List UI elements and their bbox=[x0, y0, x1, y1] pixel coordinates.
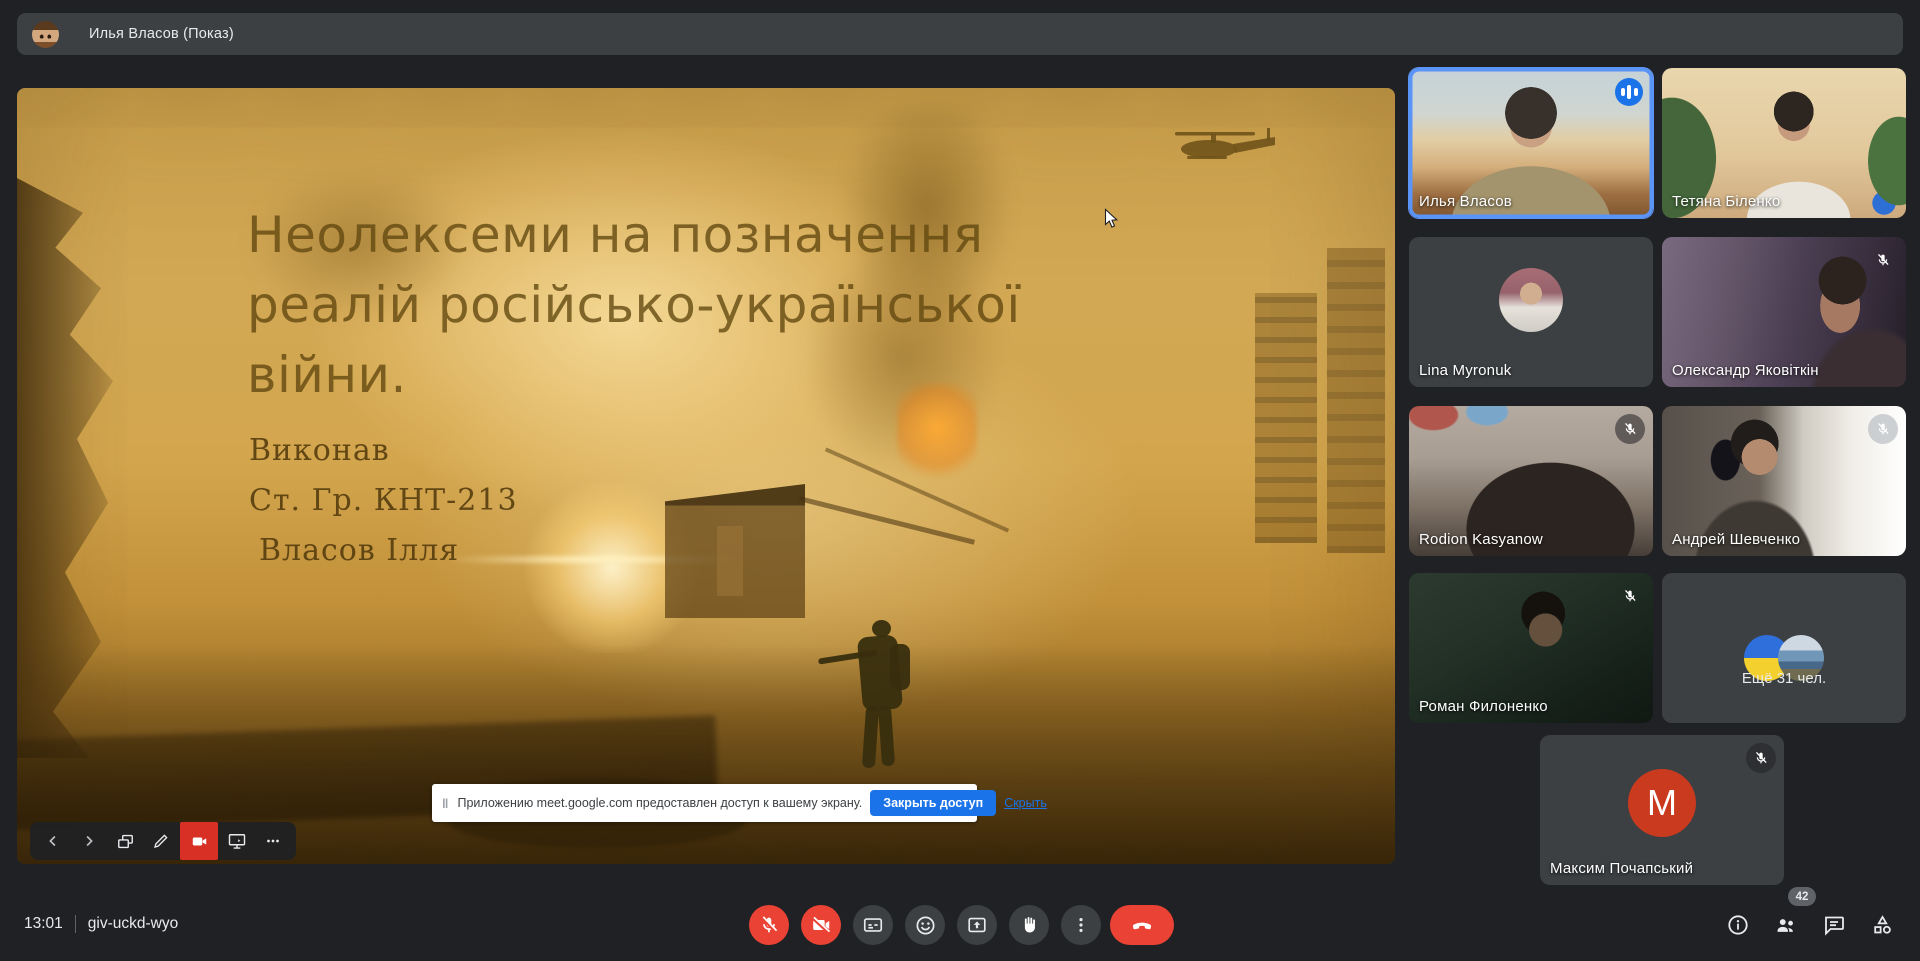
info-button[interactable] bbox=[1724, 911, 1752, 939]
mouse-cursor bbox=[1104, 208, 1121, 230]
presenter-avatar bbox=[32, 21, 59, 48]
end-call-button[interactable] bbox=[1110, 905, 1174, 945]
share-screen-button[interactable] bbox=[220, 822, 254, 860]
overflow-tile[interactable]: Ещё 31 чел. bbox=[1662, 573, 1906, 723]
building-silhouette bbox=[1255, 293, 1317, 543]
captions-button[interactable] bbox=[853, 905, 893, 945]
participant-name: Rodion Kasyanow bbox=[1419, 531, 1543, 548]
reactions-emoji-button[interactable] bbox=[905, 905, 945, 945]
activities-button[interactable] bbox=[1868, 911, 1896, 939]
screen-share-notification: ‖ Приложению meet.google.com предоставле… bbox=[432, 784, 977, 822]
building-silhouette bbox=[1327, 248, 1385, 553]
meeting-code: giv-uckd-wyo bbox=[88, 915, 178, 933]
meeting-info: 13:01 giv-uckd-wyo bbox=[24, 915, 178, 933]
slides-overview-button[interactable] bbox=[108, 822, 142, 860]
hide-notification-link[interactable]: Скрыть bbox=[1004, 796, 1047, 810]
toolbar-more-button[interactable] bbox=[256, 822, 290, 860]
participant-name: Lina Myronuk bbox=[1419, 362, 1511, 379]
present-screen-button[interactable] bbox=[957, 905, 997, 945]
presentation-toolbar bbox=[30, 822, 296, 860]
presenter-label: Илья Власов (Показ) bbox=[89, 26, 234, 42]
avatar-initial: M bbox=[1628, 769, 1696, 837]
overflow-count-label: Ещё 31 чел. bbox=[1662, 670, 1906, 687]
annotate-pen-button[interactable] bbox=[144, 822, 178, 860]
camera-off-button[interactable] bbox=[801, 905, 841, 945]
participant-name: Олександр Яковіткін bbox=[1672, 362, 1819, 379]
speaking-indicator-icon bbox=[1615, 78, 1643, 106]
soldier-silhouette bbox=[822, 616, 942, 786]
prev-slide-button[interactable] bbox=[36, 822, 70, 860]
participant-name: Максим Почапський bbox=[1550, 860, 1693, 877]
chat-button[interactable] bbox=[1820, 911, 1848, 939]
destroyed-building-art bbox=[717, 526, 743, 596]
camera-button-active[interactable] bbox=[180, 822, 218, 860]
pause-bars-icon: ‖ bbox=[442, 796, 449, 811]
clock-time: 13:01 bbox=[24, 915, 63, 933]
participant-tile[interactable]: Илья Власов bbox=[1409, 68, 1653, 218]
participant-tile[interactable]: Андрей Шевченко bbox=[1662, 406, 1906, 556]
avatar bbox=[1499, 268, 1563, 332]
slide-author-block: Виконав Ст. Гр. КНТ-213 Власов Ілля bbox=[249, 426, 518, 576]
participant-tile[interactable]: Тетяна Біленко bbox=[1662, 68, 1906, 218]
helicopter-silhouette bbox=[1157, 122, 1287, 172]
divider bbox=[75, 915, 76, 933]
mic-muted-icon bbox=[1615, 414, 1645, 444]
slide-title: Неолексеми на позначення реалій російськ… bbox=[247, 200, 1021, 410]
stop-sharing-button[interactable]: Закрыть доступ bbox=[870, 790, 996, 816]
people-button[interactable] bbox=[1772, 911, 1800, 939]
share-notification-message: Приложению meet.google.com предоставлен … bbox=[457, 796, 862, 810]
mic-muted-icon bbox=[1868, 414, 1898, 444]
mic-off-button[interactable] bbox=[749, 905, 789, 945]
more-options-button[interactable] bbox=[1061, 905, 1101, 945]
participant-name: Андрей Шевченко bbox=[1672, 531, 1800, 548]
participant-tile[interactable]: M Максим Почапський bbox=[1540, 735, 1784, 885]
participant-tile[interactable]: Олександр Яковіткін bbox=[1662, 237, 1906, 387]
participant-name: Илья Власов bbox=[1419, 193, 1512, 210]
mic-muted-icon bbox=[1746, 743, 1776, 773]
shared-screen-presentation[interactable]: Неолексеми на позначення реалій російськ… bbox=[17, 88, 1395, 864]
mic-muted-icon bbox=[1615, 581, 1645, 611]
participant-name: Роман Филоненко bbox=[1419, 698, 1548, 715]
mic-muted-icon bbox=[1868, 245, 1898, 275]
participant-name: Тетяна Біленко bbox=[1672, 193, 1780, 210]
next-slide-button[interactable] bbox=[72, 822, 106, 860]
participant-tile[interactable]: Роман Филоненко bbox=[1409, 573, 1653, 723]
participant-tile[interactable]: Rodion Kasyanow bbox=[1409, 406, 1653, 556]
presenter-banner: Илья Власов (Показ) bbox=[17, 13, 1903, 55]
participant-count-badge: 42 bbox=[1788, 887, 1816, 906]
participant-tile[interactable]: Lina Myronuk bbox=[1409, 237, 1653, 387]
raise-hand-button[interactable] bbox=[1009, 905, 1049, 945]
